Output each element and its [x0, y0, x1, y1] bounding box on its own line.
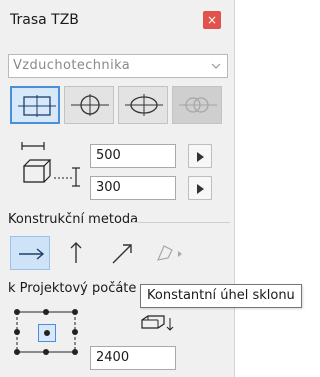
height-input[interactable]: 300: [90, 176, 176, 200]
arrow-diagonal-icon: [112, 244, 132, 264]
shape-circular-button[interactable]: [64, 86, 114, 124]
section-divider: [130, 222, 230, 223]
method-vertical-button[interactable]: [56, 236, 96, 270]
anchor-point-top-center[interactable]: [43, 309, 49, 315]
anchor-point-middle-right[interactable]: [72, 329, 78, 335]
anchor-point-bottom-center[interactable]: [43, 349, 49, 355]
shape-flexible-button[interactable]: [172, 86, 222, 124]
rectangular-duct-icon: [18, 95, 56, 117]
tooltip: Konstantní úhel sklonu: [140, 284, 302, 308]
anchor-point-top-right[interactable]: [72, 309, 78, 315]
method-slope-button[interactable]: [102, 236, 142, 270]
circular-duct-icon: [71, 94, 109, 116]
height-link-button[interactable]: [188, 176, 212, 200]
arrow-up-icon: [70, 242, 82, 263]
title-bar: Trasa TZB ×: [0, 0, 234, 40]
width-input[interactable]: 500: [90, 144, 176, 168]
width-link-button[interactable]: [188, 144, 212, 168]
anchor-point-bottom-left[interactable]: [14, 349, 20, 355]
height-value: 300: [96, 180, 121, 195]
system-select-value: Vzduchotechnika: [13, 58, 131, 73]
elevation-value: 2400: [96, 350, 130, 365]
duct-shape-selector: [10, 86, 230, 126]
anchor-point-top-left[interactable]: [14, 309, 20, 315]
window-title: Trasa TZB: [10, 12, 79, 28]
anchor-point-middle-left[interactable]: [14, 329, 20, 335]
elevation-icon: [141, 315, 174, 331]
close-button[interactable]: ×: [203, 11, 221, 29]
project-start-label: k Projektový počáte: [8, 281, 137, 296]
play-arrow-icon: [197, 184, 204, 194]
flexible-duct-icon: [179, 97, 217, 113]
oval-duct-icon: [125, 94, 163, 116]
anchor-point-bottom-right[interactable]: [72, 349, 78, 355]
shape-oval-button[interactable]: [118, 86, 168, 124]
play-arrow-icon: [197, 152, 204, 162]
construction-method-label: Konstrukční metoda: [8, 212, 139, 227]
tool-panel: Trasa TZB × Vzduchotechnika 500 300 Kons…: [0, 0, 235, 377]
chevron-down-icon: [211, 63, 221, 69]
arrow-right-icon: [19, 248, 45, 260]
method-curved-button[interactable]: [148, 236, 188, 270]
elevation-input[interactable]: 2400: [90, 346, 176, 370]
duct-dimensions-icon: [21, 142, 80, 187]
anchor-point-selector: [14, 306, 78, 358]
construction-method-selector: [10, 236, 230, 272]
system-select[interactable]: Vzduchotechnika: [8, 54, 228, 78]
width-value: 500: [96, 148, 121, 163]
anchor-point-center[interactable]: [38, 324, 56, 342]
shape-rectangular-button[interactable]: [10, 86, 60, 124]
method-straight-button[interactable]: [10, 236, 50, 270]
curved-route-icon: [156, 245, 182, 261]
